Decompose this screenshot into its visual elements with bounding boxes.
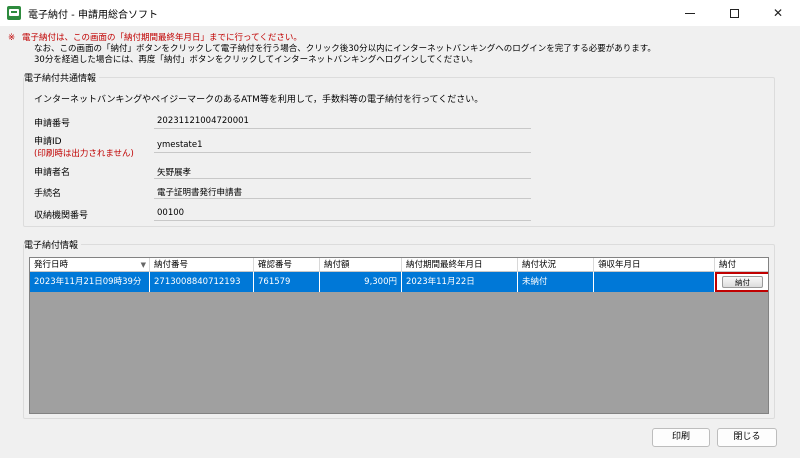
column-header-receipt-date[interactable]: 領収年月日	[594, 258, 715, 272]
application-id-label-text: 申請ID	[34, 137, 62, 147]
cell-status: 未納付	[518, 272, 594, 292]
maximize-button[interactable]	[712, 0, 756, 26]
common-info-group: 電子納付共通情報 インターネットバンキングやペイジーマークのあるATM等を利用し…	[23, 71, 775, 227]
column-header-amount[interactable]: 納付額	[320, 258, 402, 272]
procedure-name-field: 電子証明書発行申請書	[154, 184, 531, 199]
app-icon	[7, 6, 21, 20]
common-info-label: 電子納付共通情報	[24, 71, 100, 84]
column-header-issued[interactable]: 発行日時 ▼	[30, 258, 150, 272]
payment-info-label: 電子納付情報	[24, 238, 82, 251]
application-number-field: 20231121004720001	[154, 114, 531, 129]
minimize-icon	[685, 12, 695, 14]
cell-issued: 2023年11月21日09時39分	[30, 272, 150, 292]
common-info-description: インターネットバンキングやペイジーマークのあるATM等を利用して，手数料等の電子…	[34, 95, 484, 105]
notice-mark: ※	[8, 33, 16, 43]
payment-table: 発行日時 ▼ 納付番号 確認番号 納付額 納付期間最終年月日 納付状況 領収年月日…	[29, 257, 769, 414]
applicant-name-field: 矢野展孝	[154, 164, 531, 179]
application-id-note: (印刷時は出力されません)	[34, 149, 134, 159]
notice-line-3: 30分を経過した場合には、再度「納付」ボタンをクリックしてインターネットバンキン…	[34, 55, 478, 65]
window-title: 電子納付 - 申請用総合ソフト	[28, 10, 158, 21]
notice: ※ 電子納付は、この画面の「納付期間最終年月日」までに行ってください。 なお、この…	[8, 33, 656, 66]
notice-line-1: 電子納付は、この画面の「納付期間最終年月日」までに行ってください。	[22, 33, 302, 43]
column-header-issued-label: 発行日時	[34, 260, 69, 270]
table-header: 発行日時 ▼ 納付番号 確認番号 納付額 納付期間最終年月日 納付状況 領収年月日…	[30, 258, 768, 272]
collecting-agency-label: 収納機関番号	[34, 211, 89, 221]
column-header-status[interactable]: 納付状況	[518, 258, 594, 272]
pay-button[interactable]: 納付	[722, 276, 763, 288]
application-id-label: 申請ID (印刷時は出力されません)	[34, 134, 134, 159]
title-bar: 電子納付 - 申請用総合ソフト ✕	[0, 0, 800, 26]
application-number-label: 申請番号	[34, 119, 71, 129]
collecting-agency-field: 00100	[154, 206, 531, 221]
applicant-name-label: 申請者名	[34, 168, 71, 178]
application-id-field: ymestate1	[154, 138, 531, 153]
minimize-button[interactable]	[668, 0, 712, 26]
close-button[interactable]: 閉じる	[717, 428, 777, 447]
column-header-payment-number[interactable]: 納付番号	[150, 258, 254, 272]
table-row[interactable]: 2023年11月21日09時39分 2713008840712193 76157…	[30, 272, 768, 292]
column-header-pay[interactable]: 納付	[715, 258, 768, 272]
cell-amount: 9,300円	[320, 272, 402, 292]
sort-dropdown-icon[interactable]: ▼	[141, 258, 146, 272]
close-window-button[interactable]: ✕	[756, 0, 800, 26]
maximize-icon	[729, 8, 739, 18]
print-button[interactable]: 印刷	[652, 428, 710, 447]
payment-info-group: 電子納付情報 発行日時 ▼ 納付番号 確認番号 納付額 納付期間最終年月日 納付状…	[23, 238, 775, 419]
cell-pay-action: 納付	[715, 272, 768, 292]
cell-payment-number: 2713008840712193	[150, 272, 254, 292]
cell-confirm-number: 761579	[254, 272, 320, 292]
column-header-deadline[interactable]: 納付期間最終年月日	[402, 258, 518, 272]
column-header-confirm-number[interactable]: 確認番号	[254, 258, 320, 272]
procedure-name-label: 手続名	[34, 189, 62, 199]
cell-receipt-date	[594, 272, 715, 292]
notice-line-2: なお、この画面の「納付」ボタンをクリックして電子納付を行う場合、クリック後30分…	[34, 44, 656, 54]
close-icon: ✕	[772, 6, 784, 20]
cell-deadline: 2023年11月22日	[402, 272, 518, 292]
